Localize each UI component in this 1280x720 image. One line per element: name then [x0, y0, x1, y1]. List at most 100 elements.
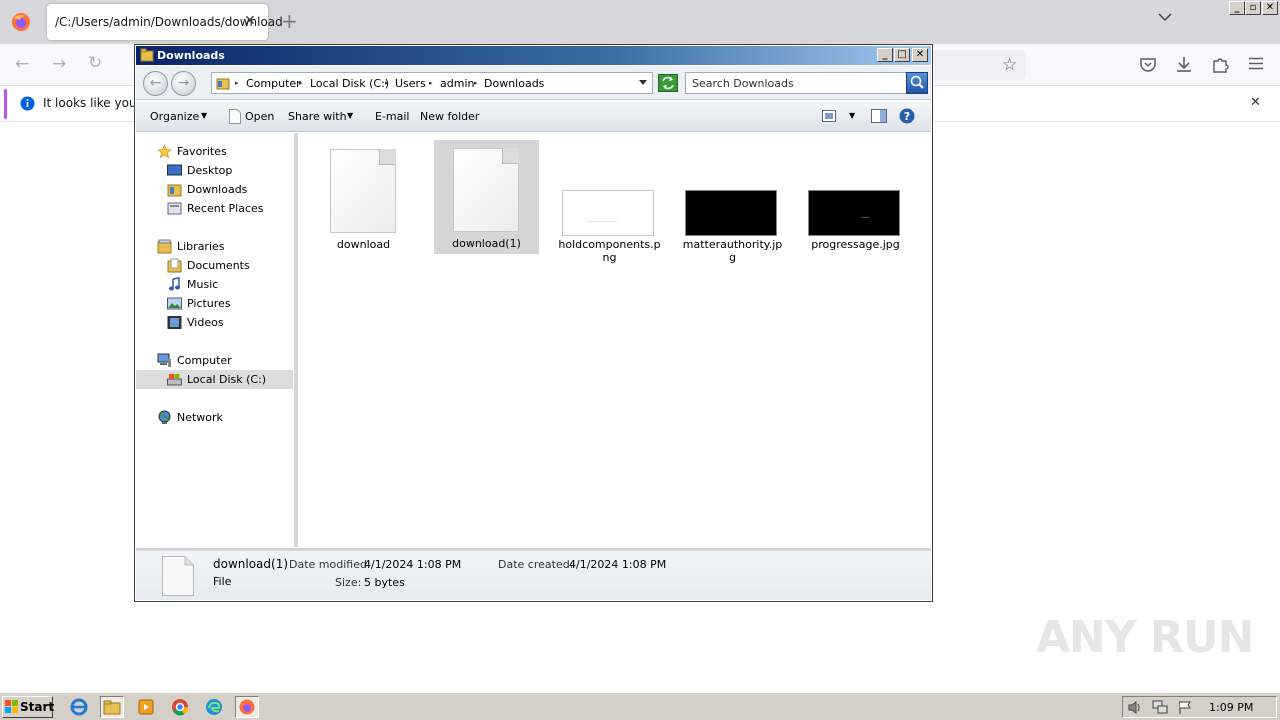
file-item[interactable]: matterauthority.jpg	[680, 141, 785, 264]
image-thumbnail	[685, 190, 777, 236]
nav-label: Network	[177, 411, 223, 424]
bookmark-star-icon[interactable]: ☆	[1002, 55, 1017, 75]
windows-logo-icon	[5, 700, 19, 714]
nav-label: Favorites	[177, 145, 227, 158]
preview-pane-icon[interactable]	[871, 109, 887, 123]
share-with-button[interactable]: Share with	[288, 110, 347, 123]
search-placeholder: Search Downloads	[692, 77, 794, 90]
back-arrow-icon[interactable]: ←	[15, 54, 29, 74]
file-item[interactable]: progressage.jpg	[803, 141, 908, 255]
details-date-modified-label: Date modified:	[289, 558, 371, 571]
breadcrumb-computer[interactable]: Computer	[246, 77, 301, 90]
open-button[interactable]: Open	[245, 110, 274, 123]
new-folder-button[interactable]: New folder	[420, 110, 479, 123]
firefox-logo-icon[interactable]	[11, 12, 31, 32]
breadcrumb-admin[interactable]: admin	[440, 77, 474, 90]
change-view-icon[interactable]	[822, 110, 836, 122]
file-name: download	[336, 238, 391, 251]
folder-location-icon	[216, 76, 230, 90]
desktop-icon	[167, 163, 182, 178]
breadcrumb-downloads[interactable]: Downloads	[484, 77, 544, 90]
details-size: 5 bytes	[364, 576, 405, 589]
file-list: download download(1) holdcomponents.png …	[298, 133, 931, 547]
chrome-icon[interactable]	[168, 696, 192, 718]
window-maximize-button[interactable]: □	[894, 48, 910, 62]
details-file-type: File	[213, 575, 232, 588]
music-note-icon	[167, 277, 182, 292]
search-icon[interactable]	[906, 72, 928, 94]
forward-arrow-icon[interactable]: →	[52, 54, 66, 74]
speaker-icon[interactable]	[1127, 700, 1143, 715]
nav-desktop[interactable]: Desktop	[136, 161, 293, 180]
explorer-taskbar-button[interactable]	[100, 696, 124, 718]
breadcrumb-separator[interactable]: ▸	[235, 79, 239, 87]
file-item[interactable]: holdcomponents.png	[557, 141, 662, 264]
refresh-icon[interactable]	[658, 74, 678, 92]
tab-close-icon[interactable]: ✕	[244, 13, 256, 29]
details-pane: download(1) File Date modified: 4/1/2024…	[136, 548, 931, 600]
url-bar[interactable]: ☆	[920, 50, 1026, 80]
nav-computer[interactable]: Computer	[136, 351, 293, 370]
view-dropdown-icon[interactable]: ▼	[849, 111, 855, 120]
command-bar: Organize ▼ Open Share with ▼ E-mail New …	[136, 101, 931, 132]
clock[interactable]: 1:09 PM	[1209, 701, 1253, 714]
nav-music[interactable]: Music	[136, 275, 293, 294]
nav-local-disk[interactable]: Local Disk (C:)	[136, 370, 293, 389]
network-tray-icon[interactable]	[1152, 700, 1169, 715]
email-button[interactable]: E-mail	[375, 110, 410, 123]
reload-icon[interactable]: ↻	[88, 53, 102, 73]
address-bar[interactable]: ▸ Computer ▸ Local Disk (C:) ▸ Users ▸ a…	[211, 72, 653, 94]
file-item[interactable]: download	[311, 141, 416, 255]
organize-button[interactable]: Organize	[150, 110, 199, 123]
recent-places-icon	[167, 201, 182, 216]
nav-videos[interactable]: Videos	[136, 313, 293, 332]
list-all-tabs-chevron-icon[interactable]	[1158, 12, 1172, 22]
extensions-puzzle-icon[interactable]	[1212, 56, 1229, 73]
breadcrumb-separator[interactable]: ▸	[385, 79, 389, 87]
nav-libraries[interactable]: Libraries	[136, 237, 293, 256]
breadcrumb-separator[interactable]: ▸	[429, 79, 433, 87]
pocket-icon[interactable]	[1140, 57, 1156, 72]
nav-documents[interactable]: Documents	[136, 256, 293, 275]
media-player-icon[interactable]	[134, 696, 158, 718]
breadcrumb-users[interactable]: Users	[395, 77, 426, 90]
nav-favorites[interactable]: Favorites	[136, 142, 293, 161]
restore-button[interactable]: ▫	[1245, 1, 1261, 15]
organize-dropdown-icon[interactable]: ▼	[201, 111, 207, 120]
breadcrumb-local-disk[interactable]: Local Disk (C:)	[310, 77, 389, 90]
explorer-window: Downloads _ □ ✕ ← → ▸ Computer ▸ Local D…	[134, 44, 933, 602]
breadcrumb-separator[interactable]: ▸	[474, 79, 478, 87]
menu-hamburger-icon[interactable]	[1249, 57, 1263, 70]
libraries-icon	[157, 239, 172, 254]
file-item-selected[interactable]: download(1)	[434, 140, 539, 254]
start-button[interactable]: Start	[2, 696, 54, 718]
forward-button[interactable]: →	[171, 71, 196, 96]
action-center-flag-icon[interactable]	[1178, 700, 1193, 715]
firefox-taskbar-button[interactable]	[235, 696, 259, 718]
share-with-dropdown-icon[interactable]: ▼	[347, 111, 353, 120]
documents-icon	[167, 258, 182, 273]
nav-label: Desktop	[187, 164, 233, 177]
new-tab-button[interactable]: +	[281, 9, 298, 33]
search-input[interactable]: Search Downloads	[685, 72, 907, 94]
address-dropdown-icon[interactable]	[639, 80, 647, 86]
window-close-button[interactable]: ✕	[912, 48, 928, 62]
browser-tab-active[interactable]: /C:/Users/admin/Downloads/download ✕	[47, 4, 283, 40]
notification-close-icon[interactable]: ✕	[1250, 95, 1261, 110]
nav-network[interactable]: Network	[136, 408, 293, 427]
window-title-bar[interactable]: Downloads _ □ ✕	[136, 46, 931, 65]
breadcrumb-separator[interactable]: ▸	[299, 79, 303, 87]
edge-icon[interactable]	[202, 696, 226, 718]
minimize-button[interactable]: _	[1229, 1, 1245, 15]
internet-explorer-icon[interactable]	[67, 696, 91, 718]
details-size-label: Size:	[335, 576, 362, 589]
downloads-icon[interactable]	[1176, 56, 1192, 73]
back-button[interactable]: ←	[143, 71, 168, 96]
window-minimize-button[interactable]: _	[877, 48, 893, 62]
details-date-created: 4/1/2024 1:08 PM	[569, 558, 667, 571]
help-icon[interactable]: ?	[899, 108, 915, 124]
nav-recent-places[interactable]: Recent Places	[136, 199, 293, 218]
close-button[interactable]: ✕	[1262, 1, 1278, 15]
nav-pictures[interactable]: Pictures	[136, 294, 293, 313]
nav-downloads[interactable]: Downloads	[136, 180, 293, 199]
